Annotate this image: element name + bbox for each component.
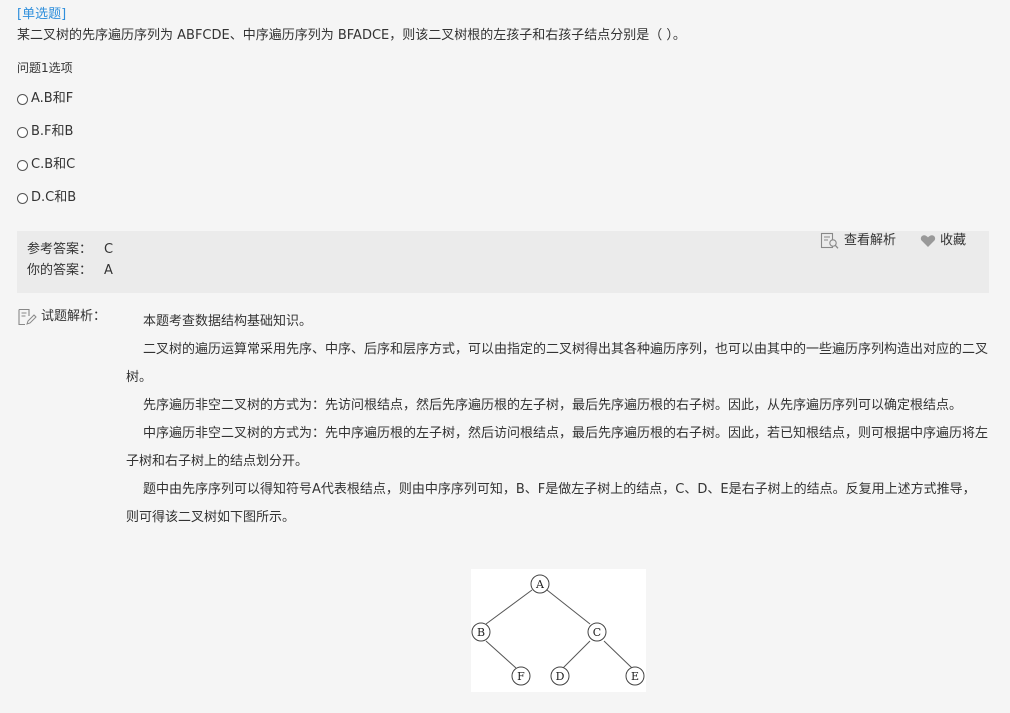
your-answer-label: 你的答案： bbox=[27, 263, 93, 278]
analysis-paragraph: 题中由先序序列可以得知符号A代表根结点，则由中序序列可知，B、F是做左子树上的结… bbox=[126, 482, 976, 525]
view-analysis-label: 查看解析 bbox=[844, 233, 897, 248]
option-b[interactable]: B.F和B bbox=[17, 123, 73, 141]
option-c-label: C.B和C bbox=[31, 157, 76, 172]
tree-edge bbox=[603, 640, 633, 669]
tree-node-a-label: A bbox=[535, 578, 545, 591]
tree-node-f-label: F bbox=[517, 670, 525, 683]
tree-edge bbox=[562, 640, 591, 669]
favorite-button[interactable]: 收藏 bbox=[920, 232, 966, 250]
heart-icon bbox=[920, 235, 936, 247]
question-type-label: [单选题] bbox=[17, 7, 67, 22]
question-stem: 某二叉树的先序遍历序列为 ABFCDE、中序遍历序列为 BFADCE，则该二叉树… bbox=[17, 28, 686, 43]
option-c-radio[interactable] bbox=[17, 159, 28, 171]
answer-panel: 参考答案： C 你的答案： A 查看解析 收藏 bbox=[17, 231, 989, 293]
analysis-heading: 试题解析： bbox=[17, 308, 106, 326]
view-analysis-button[interactable]: 查看解析 bbox=[820, 232, 896, 250]
analysis-paragraph: 中序遍历非空二叉树的方式为：先中序遍历根的左子树，然后访问根结点，最后先序遍历根… bbox=[126, 426, 989, 469]
your-answer: 你的答案： A bbox=[27, 262, 113, 280]
option-b-radio[interactable] bbox=[17, 126, 28, 138]
tree-edge bbox=[485, 589, 533, 625]
analysis-heading-label: 试题解析： bbox=[41, 309, 107, 324]
tree-node-e-label: E bbox=[631, 670, 639, 683]
option-b-label: B.F和B bbox=[31, 124, 74, 139]
option-d-label: D.C和B bbox=[31, 190, 77, 205]
binary-tree-figure: A B C F D E bbox=[471, 569, 646, 692]
analysis-paragraph: 先序遍历非空二叉树的方式为：先访问根结点，然后先序遍历根的左子树，最后先序遍历根… bbox=[143, 398, 963, 413]
reference-answer-value: C bbox=[104, 242, 114, 257]
analysis-paragraph: 本题考查数据结构基础知识。 bbox=[143, 314, 313, 329]
option-a[interactable]: A.B和F bbox=[17, 90, 73, 108]
tree-node-b-label: B bbox=[477, 626, 485, 639]
favorite-label: 收藏 bbox=[940, 233, 967, 248]
option-c[interactable]: C.B和C bbox=[17, 156, 75, 174]
tree-node-d-label: D bbox=[556, 670, 565, 683]
analysis-paragraph: 二叉树的遍历运算常采用先序、中序、后序和层序方式，可以由指定的二叉树得出其各种遍… bbox=[126, 342, 989, 385]
analysis-body: 本题考查数据结构基础知识。 二叉树的遍历运算常采用先序、中序、后序和层序方式，可… bbox=[126, 308, 988, 532]
reference-answer-label: 参考答案： bbox=[27, 242, 93, 257]
option-a-radio[interactable] bbox=[17, 93, 28, 105]
tree-edge bbox=[546, 589, 591, 625]
tree-edge bbox=[485, 640, 517, 669]
document-search-icon bbox=[820, 232, 839, 249]
options-label: 问题1选项 bbox=[17, 61, 73, 75]
edit-note-icon bbox=[18, 308, 37, 326]
option-d[interactable]: D.C和B bbox=[17, 189, 76, 207]
option-d-radio[interactable] bbox=[17, 192, 28, 204]
option-a-label: A.B和F bbox=[31, 91, 74, 106]
tree-node-c-label: C bbox=[593, 626, 601, 639]
reference-answer: 参考答案： C bbox=[27, 241, 113, 259]
your-answer-value: A bbox=[104, 263, 113, 278]
